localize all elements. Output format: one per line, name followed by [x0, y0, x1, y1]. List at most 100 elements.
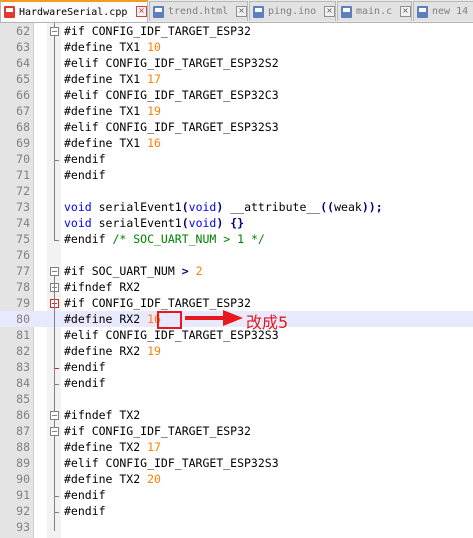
- code-text: void serialEvent1(void) __attribute__((w…: [64, 200, 383, 214]
- fold-end: [54, 512, 59, 513]
- code-text: #define TX1 10: [64, 40, 161, 54]
- code-text: #define TX1 19: [64, 104, 161, 118]
- fold-line: [54, 275, 55, 531]
- code-line[interactable]: 72: [0, 183, 473, 199]
- code-text: #define TX2 20: [64, 472, 161, 486]
- fold-toggle-icon[interactable]: [50, 27, 59, 36]
- line-number: 72: [16, 184, 30, 198]
- tab-label: HardwareSerial.cpp: [19, 7, 128, 18]
- code-line[interactable]: 89 #elif CONFIG_IDF_TARGET_ESP32S3: [0, 455, 473, 471]
- code-editor[interactable]: 62 #if CONFIG_IDF_TARGET_ESP32 63 #define T…: [0, 23, 473, 538]
- code-line[interactable]: 87 #if CONFIG_IDF_TARGET_ESP32: [0, 423, 473, 439]
- code-line[interactable]: 93: [0, 519, 473, 535]
- fold-toggle-icon[interactable]: [50, 411, 59, 420]
- line-number: 88: [16, 440, 30, 454]
- code-line[interactable]: 90 #define TX2 20: [0, 471, 473, 487]
- code-line[interactable]: 69 #define TX1 16: [0, 135, 473, 151]
- code-text: #endif: [64, 152, 106, 166]
- highlight-box: [157, 311, 182, 329]
- code-text: #elif CONFIG_IDF_TARGET_ESP32C3: [64, 88, 279, 102]
- code-line[interactable]: 71 #endif: [0, 167, 473, 183]
- line-number: 78: [16, 280, 30, 294]
- code-text: #endif: [64, 376, 106, 390]
- line-number: 92: [16, 504, 30, 518]
- code-line[interactable]: 92 #endif: [0, 503, 473, 519]
- close-icon[interactable]: ×: [236, 6, 247, 17]
- code-text: #endif: [64, 360, 106, 374]
- code-text: #define RX2 16: [64, 312, 161, 326]
- code-line[interactable]: 85: [0, 391, 473, 407]
- tab-hardwareserial-cpp[interactable]: HardwareSerial.cpp ×: [0, 0, 148, 22]
- tab-ping-ino[interactable]: ping.ino ×: [249, 1, 336, 21]
- line-number: 76: [16, 248, 30, 262]
- code-text: #endif: [64, 168, 106, 182]
- line-number: 73: [16, 200, 30, 214]
- line-number: 71: [16, 168, 30, 182]
- line-number: 66: [16, 88, 30, 102]
- line-number: 65: [16, 72, 30, 86]
- code-line[interactable]: 82 #define RX2 19: [0, 343, 473, 359]
- file-icon: [153, 6, 164, 18]
- code-line[interactable]: 67 #define TX1 19: [0, 103, 473, 119]
- code-line[interactable]: 83 #endif: [0, 359, 473, 375]
- line-number: 75: [16, 232, 30, 246]
- tab-label: main.c: [356, 6, 393, 17]
- code-line[interactable]: 88 #define TX2 17: [0, 439, 473, 455]
- fold-end: [54, 160, 59, 161]
- close-icon[interactable]: ×: [136, 6, 147, 17]
- fold-end: [54, 496, 59, 497]
- code-line[interactable]: 77 #if SOC_UART_NUM > 2: [0, 263, 473, 279]
- line-number: 81: [16, 328, 30, 342]
- code-text: #define RX2 19: [64, 344, 161, 358]
- code-text: #if CONFIG_IDF_TARGET_ESP32: [64, 424, 251, 438]
- line-number: 89: [16, 456, 30, 470]
- tab-bar: HardwareSerial.cpp × trend.html × ping.i…: [0, 0, 473, 23]
- file-icon: [4, 6, 15, 18]
- code-line[interactable]: 75 #endif /* SOC_UART_NUM > 1 */: [0, 231, 473, 247]
- code-text: #endif: [64, 504, 106, 518]
- code-line[interactable]: 70 #endif: [0, 151, 473, 167]
- line-number: 68: [16, 120, 30, 134]
- file-icon: [253, 6, 264, 18]
- close-icon[interactable]: ×: [324, 6, 335, 17]
- close-icon[interactable]: ×: [400, 6, 411, 17]
- code-line[interactable]: 74 void serialEvent1(void) {}: [0, 215, 473, 231]
- code-text: #define TX1 17: [64, 72, 161, 86]
- code-line[interactable]: 65 #define TX1 17: [0, 71, 473, 87]
- code-text: #elif CONFIG_IDF_TARGET_ESP32S3: [64, 120, 279, 134]
- code-line[interactable]: 73 void serialEvent1(void) __attribute__(…: [0, 199, 473, 215]
- line-number: 82: [16, 344, 30, 358]
- code-text: #elif CONFIG_IDF_TARGET_ESP32S2: [64, 56, 279, 70]
- tab-trend-html[interactable]: trend.html ×: [149, 1, 248, 21]
- tab-label: new 14: [432, 6, 469, 17]
- code-line[interactable]: 81 #elif CONFIG_IDF_TARGET_ESP32S3: [0, 327, 473, 343]
- code-text: #define TX2 17: [64, 440, 161, 454]
- fold-toggle-icon[interactable]: [50, 427, 59, 436]
- line-number: 69: [16, 136, 30, 150]
- code-line[interactable]: 63 #define TX1 10: [0, 39, 473, 55]
- code-text: #ifndef TX2: [64, 408, 141, 422]
- line-number: 80: [16, 312, 30, 326]
- code-line[interactable]: 84 #endif: [0, 375, 473, 391]
- tab-new-14[interactable]: new 14: [413, 1, 473, 21]
- line-number: 64: [16, 56, 30, 70]
- line-number: 83: [16, 360, 30, 374]
- fold-end: [54, 384, 59, 385]
- code-line[interactable]: 64 #elif CONFIG_IDF_TARGET_ESP32S2: [0, 55, 473, 71]
- line-number: 63: [16, 40, 30, 54]
- line-number: 70: [16, 152, 30, 166]
- line-number: 77: [16, 264, 30, 278]
- code-line[interactable]: 76: [0, 247, 473, 263]
- code-line[interactable]: 86 #ifndef TX2: [0, 407, 473, 423]
- code-text: #if SOC_UART_NUM > 2: [64, 264, 203, 278]
- code-line[interactable]: 62 #if CONFIG_IDF_TARGET_ESP32: [0, 23, 473, 39]
- tab-main-c[interactable]: main.c ×: [337, 1, 412, 21]
- code-text: #endif: [64, 488, 106, 502]
- line-number: 62: [16, 24, 30, 38]
- line-number: 67: [16, 104, 30, 118]
- code-line[interactable]: 66 #elif CONFIG_IDF_TARGET_ESP32C3: [0, 87, 473, 103]
- code-line[interactable]: 78 #ifndef RX2: [0, 279, 473, 295]
- code-line[interactable]: 68 #elif CONFIG_IDF_TARGET_ESP32S3: [0, 119, 473, 135]
- code-line[interactable]: 91 #endif: [0, 487, 473, 503]
- tab-label: trend.html: [168, 6, 229, 17]
